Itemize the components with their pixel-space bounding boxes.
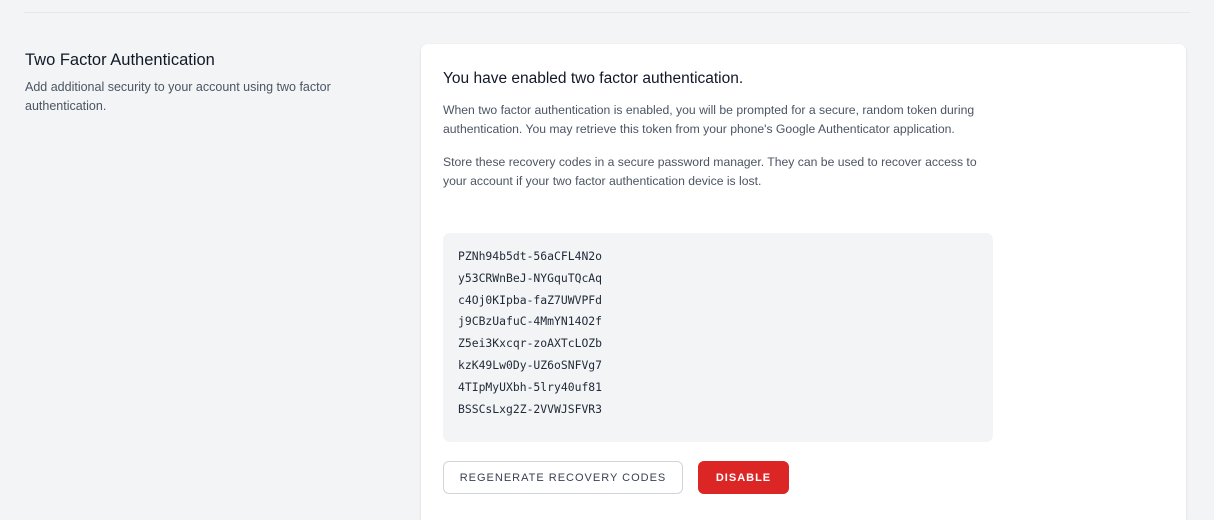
card-actions: Regenerate Recovery Codes Disable bbox=[443, 461, 789, 494]
recovery-text: Store these recovery codes in a secure p… bbox=[443, 155, 977, 188]
two-factor-card: You have enabled two factor authenticati… bbox=[421, 44, 1186, 520]
section-description: Add additional security to your account … bbox=[25, 80, 331, 113]
recovery-code: y53CRWnBeJ-NYGquTQcAq bbox=[458, 270, 603, 285]
recovery-code: Z5ei3Kxcqr-zoAXTcLOZb bbox=[458, 336, 603, 351]
card-title: You have enabled two factor authenticati… bbox=[443, 70, 744, 87]
recovery-code: kzK49Lw0Dy-UZ6oSNFVg7 bbox=[458, 357, 603, 372]
recovery-code: c4Oj0KIpba-faZ7UWVPFd bbox=[458, 292, 603, 307]
section-divider bbox=[24, 12, 1190, 13]
card-content: You have enabled two factor authenticati… bbox=[443, 68, 983, 191]
recovery-code: BSSCsLxg2Z-2VVWJSFVR3 bbox=[458, 401, 603, 416]
prompt-text: When two factor authentication is enable… bbox=[443, 103, 975, 136]
page: Two Factor Authentication Add additional… bbox=[0, 0, 1214, 520]
recovery-code: j9CBzUafuC-4MmYN14O2f bbox=[458, 314, 603, 329]
recovery-code: 4TIpMyUXbh-5lry40uf81 bbox=[458, 379, 603, 394]
recovery-code: PZNh94b5dt-56aCFL4N2o bbox=[458, 249, 603, 263]
disable-button[interactable]: Disable bbox=[698, 461, 789, 494]
recovery-codes-box: PZNh94b5dt-56aCFL4N2o y53CRWnBeJ-NYGquTQ… bbox=[443, 233, 993, 442]
section-info: Two Factor Authentication Add additional… bbox=[25, 48, 395, 116]
regenerate-recovery-codes-button[interactable]: Regenerate Recovery Codes bbox=[443, 461, 683, 494]
section-title: Two Factor Authentication bbox=[25, 51, 215, 69]
